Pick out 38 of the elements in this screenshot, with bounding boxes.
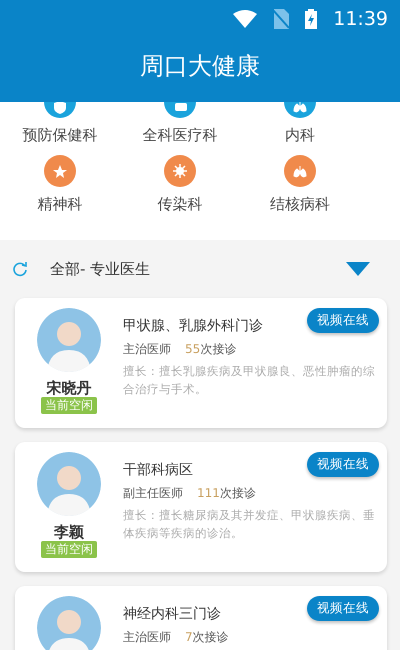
- lungs-icon[interactable]: [284, 102, 316, 118]
- doctor-title: 副主任医师: [123, 485, 183, 502]
- virus-icon[interactable]: [164, 154, 196, 186]
- department-name: 神经内科三门诊: [123, 605, 222, 624]
- consultation-count: 55次接诊: [185, 341, 236, 358]
- lungs-icon[interactable]: [284, 154, 316, 186]
- avatar-silhouette: [37, 452, 101, 516]
- battery-charging-icon: [305, 9, 318, 29]
- specialty-text: 擅长：擅长乳腺疾病及甲状腺良、恶性肿瘤的综合治疗与手术。: [123, 363, 376, 398]
- app-title: 周口大健康: [139, 51, 261, 82]
- doctor-title: 主治医师: [123, 629, 171, 646]
- department-label[interactable]: 结核病科: [270, 192, 330, 215]
- status-tag: 当前空闲: [41, 396, 97, 414]
- wifi-icon: [233, 10, 258, 28]
- consultation-count: 111次接诊: [197, 485, 256, 502]
- doctor-name: 李颖: [54, 524, 84, 540]
- department-name: 甲状腺、乳腺外科门诊: [123, 317, 264, 336]
- doctor-name: 宋晓丹: [46, 380, 92, 396]
- department-label[interactable]: 预防保健科: [22, 124, 98, 146]
- doctor-title: 主治医师: [123, 341, 171, 358]
- status-tag: 当前空闲: [41, 540, 97, 558]
- consultation-count: 7次接诊: [185, 629, 229, 646]
- specialty-text: 擅长：擅长糖尿病及其并发症、甲状腺疾病、垂体疾病等疾病的诊治。: [123, 507, 376, 542]
- refresh-icon[interactable]: [12, 261, 28, 277]
- shield-icon[interactable]: [44, 102, 76, 118]
- department-name: 干部科病区: [123, 461, 194, 480]
- filter-label: 全部- 专业医生: [50, 258, 152, 280]
- department-label[interactable]: 内科: [285, 124, 315, 146]
- video-online-button[interactable]: 视频在线: [307, 452, 379, 477]
- department-label[interactable]: 精神科: [38, 192, 82, 215]
- status-time: 11:39: [333, 6, 388, 32]
- avatar-silhouette: [37, 308, 101, 372]
- video-online-button[interactable]: 视频在线: [307, 596, 379, 621]
- dropdown-caret-icon[interactable]: [346, 261, 370, 277]
- no-sim-icon: [273, 9, 290, 29]
- department-label[interactable]: 全科医疗科: [142, 124, 218, 146]
- department-label[interactable]: 传染科: [158, 192, 202, 215]
- video-online-button[interactable]: 视频在线: [307, 308, 379, 333]
